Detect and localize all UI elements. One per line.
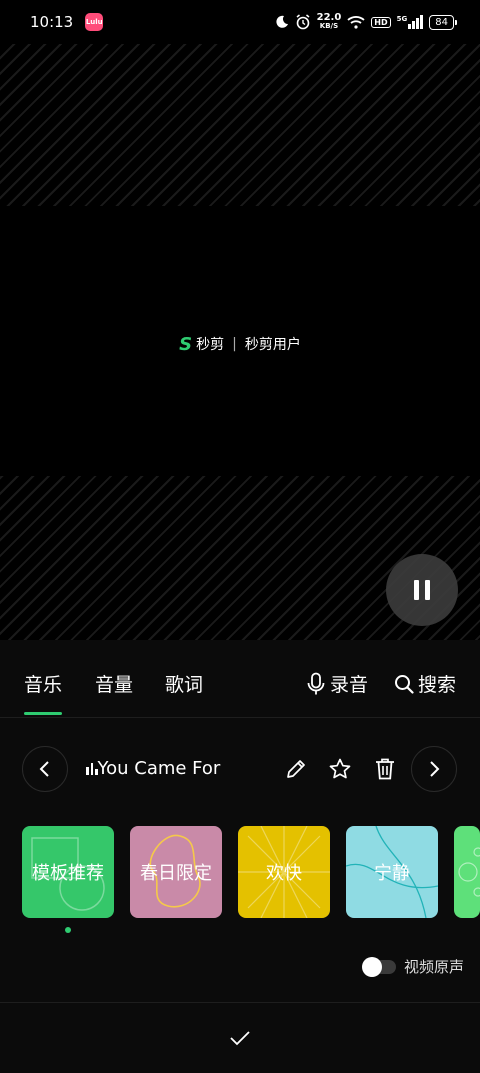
category-label: 模板推荐 [32,863,104,884]
favorite-button[interactable] [327,756,353,782]
search-button[interactable]: 搜索 [394,670,456,697]
pause-button[interactable] [386,554,458,626]
pencil-icon [287,760,305,778]
track-row: You Came For [0,744,480,800]
music-category-list: 模板推荐 春日限定 欢快 宁静 [22,826,480,926]
watermark-brand: 秒剪 [196,337,225,353]
search-icon [395,674,414,694]
original-sound-label: 视频原声 [403,958,464,976]
edit-button[interactable] [283,756,309,782]
category-card-more[interactable] [454,826,480,918]
category-card-cheerful[interactable]: 欢快 [238,826,330,918]
signal-icon: 5G [397,15,424,29]
app-notification-icon: Lulu [85,13,104,31]
category-label: 欢快 [266,863,302,884]
watermark: S 秒剪 | 秒剪用户 [0,332,480,356]
equalizer-icon [86,762,98,775]
music-panel: 音乐 音量 歌词 录音 搜索 You Came For 模板推荐 春日限定 欢快… [0,640,480,1073]
active-tab-indicator [24,712,62,715]
tab-lyrics[interactable]: 歌词 [165,670,203,697]
next-track-button[interactable] [411,746,457,792]
record-button[interactable]: 录音 [306,670,368,697]
chevron-right-icon [430,761,440,777]
net-speed: 22.0 KB/S [316,12,342,31]
bottom-divider [0,1002,480,1003]
track-title: You Came For [86,758,246,779]
confirm-checkmark-icon[interactable] [228,1026,252,1050]
tab-volume[interactable]: 音量 [95,670,133,697]
delete-button[interactable] [372,756,398,782]
category-label: 春日限定 [140,863,212,884]
previous-track-button[interactable] [22,746,68,792]
original-sound-row: 视频原声 [361,956,464,977]
status-time: 10:13 [30,13,74,31]
microphone-icon [307,672,325,694]
moon-icon [276,15,288,28]
watermark-separator: | [232,336,237,352]
watermark-user: 秒剪用户 [244,337,301,353]
track-title-text: You Came For [97,758,221,779]
hd-badge: HD [371,16,391,28]
category-card-spring-limited[interactable]: 春日限定 [130,826,222,918]
category-label: 宁静 [374,863,410,884]
video-preview-area[interactable]: S 秒剪 | 秒剪用户 [0,44,480,640]
original-sound-toggle[interactable] [361,956,396,977]
star-icon [329,758,351,779]
selected-category-indicator [65,927,71,933]
miaojian-logo-icon: S [179,333,193,355]
category-card-template-recommend[interactable]: 模板推荐 [22,826,114,918]
pause-icon [414,580,419,600]
tab-divider [0,717,480,718]
tab-bar: 音乐 音量 歌词 录音 搜索 [0,640,480,718]
category-card-calm[interactable]: 宁静 [346,826,438,918]
wifi-icon [347,16,365,29]
search-label: 搜索 [418,674,457,696]
status-bar: 10:13 Lulu 22.0 KB/S HD 5G 84 [0,0,480,44]
chevron-left-icon [39,761,49,777]
record-label: 录音 [330,674,369,696]
battery-indicator: 84 [429,14,457,30]
trash-icon [376,758,394,780]
pause-icon-bar [425,580,430,600]
card-pattern-icon [458,847,480,897]
tab-music[interactable]: 音乐 [24,670,62,697]
alarm-icon [296,14,310,30]
